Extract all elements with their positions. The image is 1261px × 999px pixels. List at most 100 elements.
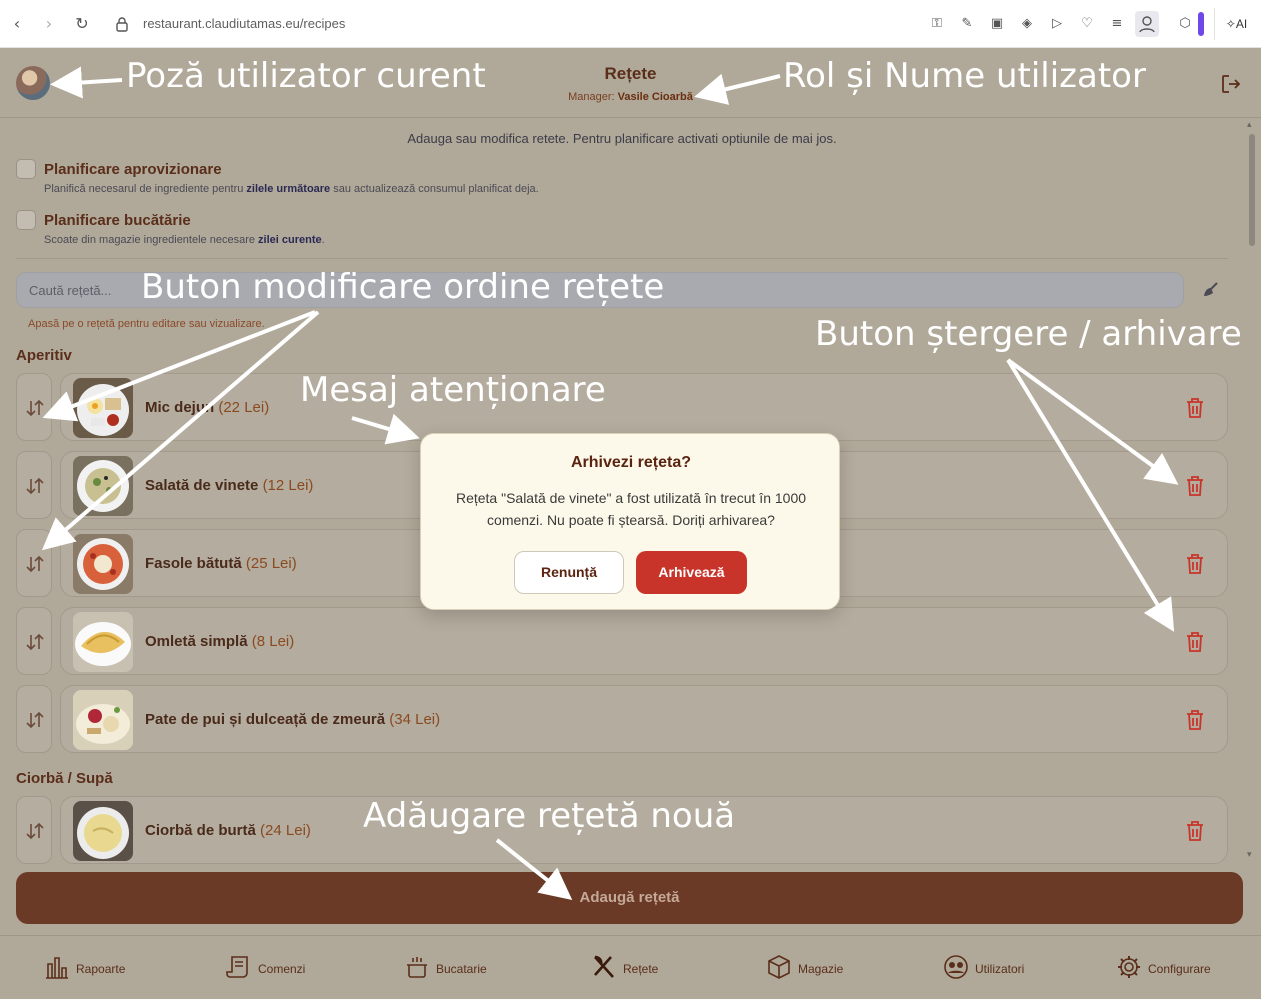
section-title: Ciorbă / Supă [16, 770, 113, 787]
scroll-thumb[interactable] [1249, 134, 1255, 246]
recipe-card[interactable]: Omletă simplă (8 Lei) [60, 607, 1228, 675]
reorder-button[interactable] [16, 529, 52, 597]
ai-button[interactable]: ✧AI [1214, 8, 1258, 40]
utensils-icon [594, 955, 614, 978]
browser-toolbar: ‹ › ↻ restaurant.claudiutamas.eu/recipes… [0, 0, 1261, 48]
trash-icon[interactable] [1184, 819, 1206, 843]
reorder-icon [26, 399, 44, 417]
scroll-up-icon[interactable]: ▴ [1247, 120, 1252, 130]
extension-indicator [1198, 12, 1204, 36]
supply-planning-checkbox[interactable] [16, 159, 36, 179]
bottom-nav: Rapoarte Comenzi Bucatarie Rețete Magazi… [0, 935, 1261, 999]
orders-icon [226, 956, 248, 978]
nav-label: Comenzi [258, 962, 306, 976]
annotation-user-photo: Poză utilizator curent [126, 56, 486, 96]
recipe-thumbnail [73, 378, 133, 438]
heart-icon[interactable]: ♡ [1078, 15, 1096, 33]
logout-icon[interactable] [1220, 73, 1242, 95]
recipe-name: Omletă simplă (8 Lei) [145, 633, 295, 650]
forward-icon[interactable]: › [38, 13, 60, 35]
reorder-button[interactable] [16, 796, 52, 864]
option-title: Planificare aprovizionare [44, 161, 222, 178]
reorder-icon [26, 477, 44, 495]
recipe-thumbnail [73, 456, 133, 516]
option-description: Scoate din magazie ingredientele necesar… [44, 234, 325, 246]
lock-icon [116, 17, 128, 32]
users-icon [944, 955, 968, 979]
kitchen-planning-checkbox[interactable] [16, 210, 36, 230]
trash-icon[interactable] [1184, 630, 1206, 654]
recipe-price: (34 Lei) [389, 711, 441, 728]
profile-icon[interactable] [1135, 11, 1159, 37]
trash-icon[interactable] [1184, 396, 1206, 420]
recipe-card[interactable]: Pate de pui și dulceață de zmeură (34 Le… [60, 685, 1228, 753]
annotation-delete: Buton ștergere / arhivare [815, 314, 1242, 354]
reorder-icon [26, 633, 44, 651]
shield-icon[interactable]: ◈ [1018, 15, 1036, 33]
user-name: Vasile Cioarbă [617, 91, 693, 103]
reorder-button[interactable] [16, 685, 52, 753]
recipe-name: Salată de vinete (12 Lei) [145, 477, 314, 494]
trash-icon[interactable] [1184, 552, 1206, 576]
intro-text: Adauga sau modifica retete. Pentru plani… [407, 131, 837, 146]
recipe-name: Fasole bătută (25 Lei) [145, 555, 297, 572]
key-icon[interactable]: ⚿ [928, 15, 946, 33]
option-title: Planificare bucătărie [44, 212, 191, 229]
dialog-title: Arhivezi rețeta? [570, 454, 692, 471]
nav-label: Configurare [1148, 962, 1211, 976]
recipe-price: (12 Lei) [262, 477, 314, 494]
recipe-thumbnail [73, 534, 133, 594]
annotation-role-name: Rol și Nume utilizator [783, 56, 1146, 96]
archive-confirm-dialog: Arhivezi rețeta? Rețeta "Salată de vinet… [420, 433, 840, 610]
clear-search-icon[interactable] [1200, 280, 1220, 300]
option-description: Planifică necesarul de ingrediente pentr… [44, 183, 539, 195]
recipe-card[interactable]: Mic dejun (22 Lei) [60, 373, 1228, 441]
reorder-icon [26, 822, 44, 840]
annotation-reorder: Buton modificare ordine rețete [141, 267, 665, 307]
address-bar[interactable]: restaurant.claudiutamas.eu/recipes [104, 8, 1204, 40]
nav-label: Magazie [798, 962, 844, 976]
camera-icon[interactable]: ▣ [988, 15, 1006, 33]
recipe-price: (24 Lei) [260, 822, 311, 839]
archive-button[interactable]: Arhivează [636, 551, 747, 594]
scroll-down-icon[interactable]: ▾ [1247, 850, 1252, 860]
back-icon[interactable]: ‹ [6, 13, 28, 35]
cube-icon[interactable]: ⬡ [1176, 15, 1194, 33]
reload-icon[interactable]: ↻ [71, 13, 93, 35]
scrollbar[interactable]: ▴ ▾ [1245, 120, 1259, 865]
reorder-button[interactable] [16, 607, 52, 675]
search-placeholder: Caută rețetă... [29, 283, 112, 298]
reorder-icon [26, 711, 44, 729]
reorder-icon [26, 555, 44, 573]
trash-icon[interactable] [1184, 474, 1206, 498]
nav-label: Rapoarte [76, 962, 126, 976]
url-text: restaurant.claudiutamas.eu/recipes [143, 16, 346, 31]
section-title: Aperitiv [16, 347, 72, 364]
recipe-thumbnail [73, 801, 133, 861]
dialog-message: Rețeta "Salată de vinete" a fost utiliza… [455, 490, 807, 528]
trash-icon[interactable] [1184, 708, 1206, 732]
edit-hint: Apasă pe o rețetă pentru editare sau viz… [28, 318, 265, 330]
pot-icon [407, 957, 427, 978]
role-label: Manager: [568, 91, 615, 103]
chart-icon [46, 957, 68, 979]
send-icon[interactable]: ▷ [1048, 15, 1066, 33]
divider [16, 258, 1228, 259]
annotation-warning: Mesaj atenționare [300, 370, 606, 410]
recipe-price: (8 Lei) [251, 633, 295, 650]
recipe-name: Ciorbă de burtă (24 Lei) [145, 822, 311, 839]
nav-label: Utilizatori [975, 962, 1025, 976]
nav-label: Bucatarie [436, 962, 487, 976]
reorder-button[interactable] [16, 451, 52, 519]
menu-lines-icon[interactable]: ≡ [1108, 15, 1126, 33]
reorder-button[interactable] [16, 373, 52, 441]
cancel-button[interactable]: Renunță [514, 551, 624, 594]
recipe-name: Mic dejun (22 Lei) [145, 399, 270, 416]
box-icon [768, 955, 790, 979]
nav-label: Rețete [623, 962, 659, 976]
annotation-add-recipe: Adăugare rețetă nouă [363, 796, 736, 836]
sparkle-icon: ✧ [1225, 17, 1236, 31]
edit-icon[interactable]: ✎ [958, 15, 976, 33]
recipe-name: Pate de pui și dulceață de zmeură (34 Le… [145, 711, 441, 728]
add-recipe-button[interactable]: Adaugă rețetă [16, 872, 1243, 924]
